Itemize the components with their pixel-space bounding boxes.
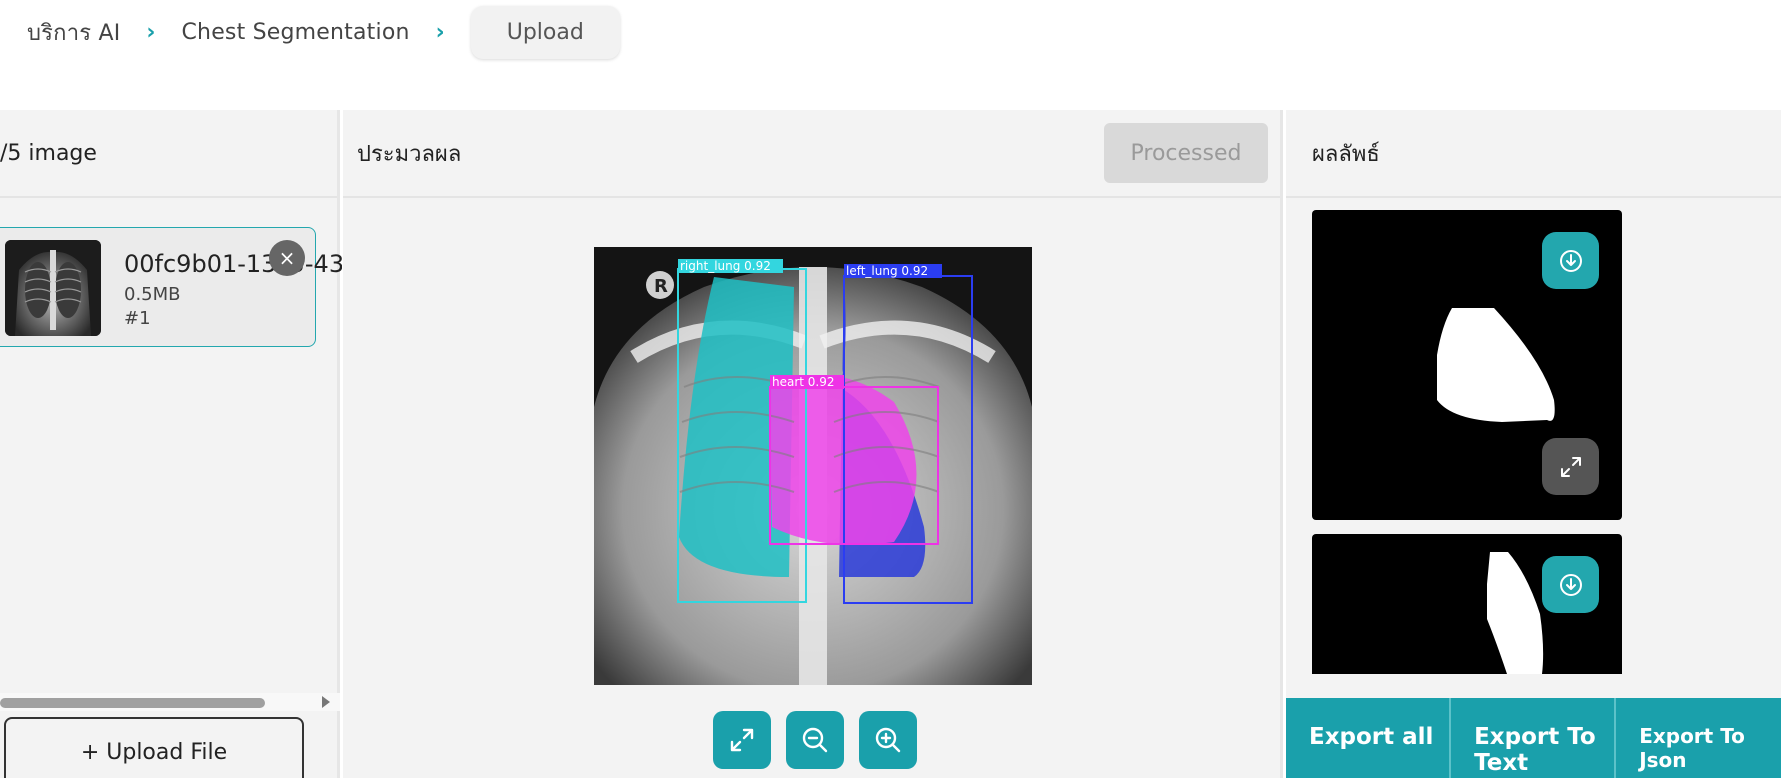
segmented-xray-image: R right_lung 0.92 left_lung 0.92 heart 0… xyxy=(594,247,1032,685)
image-count-title: /5 image xyxy=(0,110,337,198)
remove-file-button[interactable]: × xyxy=(269,240,305,276)
results-title: ผลลัพธ์ xyxy=(1286,110,1781,198)
chevron-right-icon: › xyxy=(435,19,445,45)
download-icon xyxy=(1559,249,1582,272)
zoom-in-button[interactable] xyxy=(859,711,917,769)
right-lung-label: right_lung 0.92 xyxy=(680,259,771,273)
processing-title: ประมวลผล xyxy=(357,141,462,167)
results-panel: ผลลัพธ์ Export all Export To Text Export… xyxy=(1286,110,1781,778)
processing-header: ประมวลผล Processed xyxy=(343,110,1280,198)
export-text-button[interactable]: Export To Text xyxy=(1451,698,1617,778)
scrollbar-thumb[interactable] xyxy=(0,698,265,708)
upload-file-button[interactable]: + Upload File xyxy=(4,717,304,778)
file-card[interactable]: 00fc9b01-13c5-43d 0.5MB #1 × xyxy=(0,227,342,347)
breadcrumb-current-upload: Upload xyxy=(470,5,620,59)
left-lung-label: left_lung 0.92 xyxy=(846,264,928,278)
image-list-panel: /5 image 00fc9b01-13c5-43d 0.5MB #1 × + … xyxy=(0,110,342,778)
close-icon: × xyxy=(278,246,296,270)
expand-mask-button[interactable] xyxy=(1542,438,1599,495)
download-mask-button[interactable] xyxy=(1542,556,1599,613)
app-root: บริการ AI › Chest Segmentation › Upload … xyxy=(0,0,1781,778)
file-size: 0.5MB xyxy=(124,284,181,305)
expand-icon xyxy=(1560,456,1581,477)
heart-label: heart 0.92 xyxy=(772,375,835,389)
export-all-button[interactable]: Export all xyxy=(1286,698,1452,778)
download-icon xyxy=(1559,573,1582,596)
file-name: 00fc9b01-13c5-43d xyxy=(124,250,342,278)
lung-mask-result xyxy=(1312,534,1622,674)
heart-mask-result xyxy=(1312,210,1622,520)
export-bar: Export all Export To Text Export To Json xyxy=(1286,698,1781,778)
zoom-out-button[interactable] xyxy=(786,711,844,769)
download-mask-button[interactable] xyxy=(1542,232,1599,289)
fullscreen-button[interactable] xyxy=(713,711,771,769)
processed-status-button[interactable]: Processed xyxy=(1104,123,1268,183)
processing-panel: ประมวลผล Processed R right_lung 0.92 lef… xyxy=(343,110,1283,778)
image-controls xyxy=(713,711,917,769)
zoom-out-icon xyxy=(802,727,828,753)
zoom-in-icon xyxy=(875,727,901,753)
breadcrumb-item-ai-services[interactable]: บริการ AI xyxy=(27,15,120,50)
export-json-button[interactable]: Export To Json xyxy=(1616,698,1781,778)
horizontal-scrollbar[interactable] xyxy=(0,693,340,711)
breadcrumb-item-chest-segmentation[interactable]: Chest Segmentation xyxy=(181,20,409,45)
chevron-right-icon: › xyxy=(146,19,156,45)
expand-icon xyxy=(730,728,754,752)
file-index: #1 xyxy=(124,308,151,329)
scroll-right-arrow-icon[interactable] xyxy=(322,696,330,708)
breadcrumb: บริการ AI › Chest Segmentation › Upload xyxy=(0,0,1781,64)
file-thumbnail xyxy=(5,240,101,336)
orientation-marker: R xyxy=(654,276,668,297)
